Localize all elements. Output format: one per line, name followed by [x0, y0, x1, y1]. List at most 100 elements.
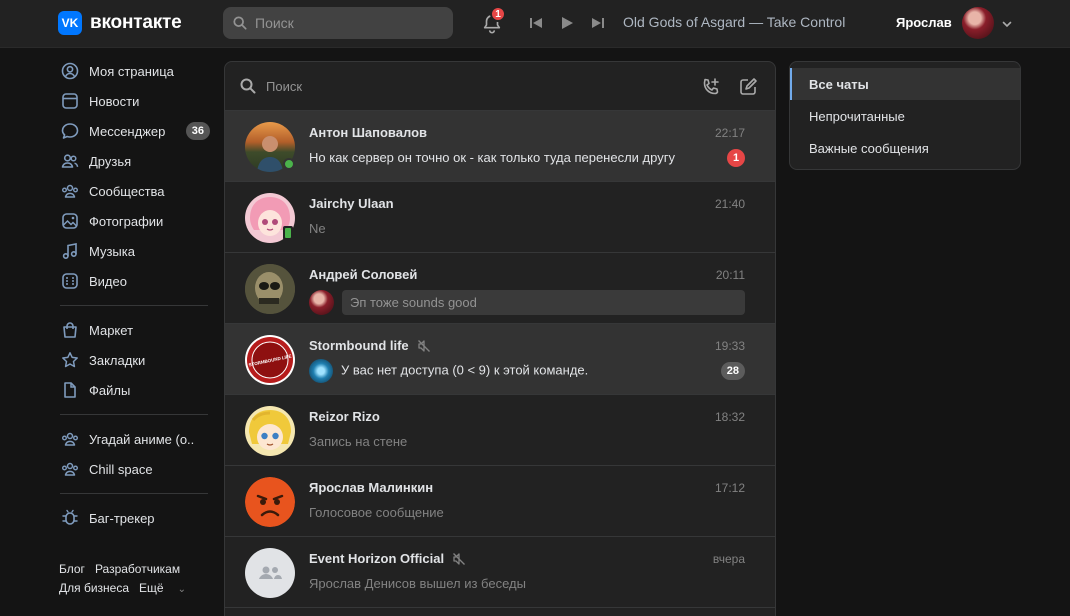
messenger-count-badge: 36 — [185, 122, 210, 140]
messages-panel: Антон Шаповалов 22:17 Но как сервер он т… — [224, 61, 776, 616]
nav-item-messenger[interactable]: Мессенджер 36 — [58, 116, 218, 146]
nav-item-files[interactable]: Файлы — [58, 375, 218, 405]
chat-preview-text: У вас нет доступа (0 < 9) к этой команде… — [341, 362, 589, 378]
notifications-badge: 1 — [490, 6, 506, 22]
nav-label: Сообщества — [89, 183, 165, 199]
filter-important[interactable]: Важные сообщения — [790, 132, 1020, 164]
nav-label: Закладки — [89, 352, 146, 368]
nav-item-photos[interactable]: Фотографии — [58, 206, 218, 236]
avatar — [245, 477, 295, 527]
chat-item-jairchy[interactable]: Jairchy Ulaan 21:40 Ne — [225, 182, 775, 253]
unread-badge: 28 — [720, 362, 745, 380]
filter-all-chats[interactable]: Все чаты — [790, 68, 1020, 100]
chat-name: Андрей Соловей — [309, 267, 418, 282]
video-icon — [62, 273, 78, 289]
music-icon — [62, 243, 77, 260]
nav-label: Мессенджер — [89, 123, 166, 139]
footer-links: Блог Разработчикам Для бизнеса Ещё ⌄ — [59, 560, 229, 599]
chat-preview: У вас нет доступа (0 < 9) к этой команде… — [309, 359, 588, 383]
current-track[interactable]: Old Gods of Asgard — Take Control — [623, 14, 845, 30]
nav-label: Видео — [89, 273, 127, 289]
chat-item-yaroslav-malinkin[interactable]: Ярослав Малинкин 17:12 Голосовое сообщен… — [225, 466, 775, 537]
next-track-icon[interactable] — [590, 15, 606, 31]
play-icon[interactable] — [559, 15, 575, 31]
sender-avatar — [309, 290, 334, 315]
vk-logo-icon: VK — [58, 11, 82, 35]
nav-item-anime-community[interactable]: Угадай аниме (о.. — [58, 424, 218, 454]
footer-link-more[interactable]: Ещё ⌄ — [139, 581, 196, 595]
chat-name: Jairchy Ulaan — [309, 196, 394, 211]
chat-time: 18:32 — [714, 410, 745, 424]
chat-name: Антон Шаповалов — [309, 125, 427, 140]
chat-time: 17:12 — [714, 481, 745, 495]
nav-item-chill-space[interactable]: Chill space — [58, 454, 218, 484]
chat-name-text: Stormbound life — [309, 338, 409, 353]
compose-icon[interactable] — [737, 76, 759, 98]
search-icon — [233, 16, 247, 30]
avatar — [245, 548, 295, 598]
chat-item-event-horizon[interactable]: Event Horizon Official вчера Ярослав Ден… — [225, 537, 775, 608]
friends-icon — [61, 154, 79, 168]
nav-item-bookmarks[interactable]: Закладки — [58, 345, 218, 375]
chat-preview: Запись на стене — [309, 434, 408, 449]
chat-time: 21:40 — [714, 197, 745, 211]
nav-label: Друзья — [89, 153, 132, 169]
nav-label: Chill space — [89, 461, 153, 477]
nav-item-friends[interactable]: Друзья — [58, 146, 218, 176]
messages-search-input[interactable] — [266, 78, 666, 94]
left-nav: Моя страница Новости Мессенджер 36 Друзь… — [58, 56, 218, 533]
nav-item-my-page[interactable]: Моя страница — [58, 56, 218, 86]
nav-item-communities[interactable]: Сообщества — [58, 176, 218, 206]
add-call-icon[interactable] — [700, 76, 722, 98]
nav-item-bug-tracker[interactable]: Баг-трекер — [58, 503, 218, 533]
mobile-online-icon — [283, 226, 293, 240]
footer-link-business[interactable]: Для бизнеса — [59, 581, 129, 595]
nav-item-video[interactable]: Видео — [58, 266, 218, 296]
message-icon — [61, 123, 79, 139]
market-icon — [63, 322, 77, 338]
messages-search-bar — [225, 62, 775, 111]
footer-link-blog[interactable]: Блог — [59, 562, 85, 576]
chevron-down-icon[interactable] — [1001, 18, 1013, 30]
chat-item-reizor[interactable]: Reizor Rizo 18:32 Запись на стене — [225, 395, 775, 466]
chat-name: Reizor Rizo — [309, 409, 380, 424]
global-search-input[interactable] — [255, 15, 445, 31]
online-indicator — [283, 158, 295, 170]
nav-item-news[interactable]: Новости — [58, 86, 218, 116]
groups-icon — [62, 184, 78, 198]
chat-filter-menu: Все чаты Непрочитанные Важные сообщения — [789, 61, 1021, 170]
nav-item-market[interactable]: Маркет — [58, 315, 218, 345]
muted-icon — [417, 339, 430, 352]
chat-item-andrey[interactable]: Андрей Соловей 20:11 Эп тоже sounds good — [225, 253, 775, 324]
filter-unread[interactable]: Непрочитанные — [790, 100, 1020, 132]
bug-icon — [62, 509, 78, 525]
chat-preview: Голосовое сообщение — [309, 505, 444, 520]
photo-icon — [62, 213, 78, 229]
nav-divider — [60, 414, 208, 415]
user-avatar[interactable] — [962, 7, 994, 39]
nav-label: Баг-трекер — [89, 510, 155, 526]
more-label: Ещё — [139, 581, 164, 595]
chat-item-anton[interactable]: Антон Шаповалов 22:17 Но как сервер он т… — [225, 111, 775, 182]
star-icon — [62, 352, 78, 368]
chat-time: 20:11 — [715, 268, 745, 282]
chat-name: Ярослав Малинкин — [309, 480, 434, 495]
groups-icon — [62, 462, 78, 476]
vk-logo[interactable]: VK вконтакте — [58, 10, 182, 36]
previous-track-icon[interactable] — [528, 15, 544, 31]
footer-link-developers[interactable]: Разработчикам — [95, 562, 180, 576]
nav-label: Маркет — [89, 322, 134, 338]
chat-item-stormbound[interactable]: STORMBOUND LIFE Stormbound life 19:33 У … — [225, 324, 775, 395]
chat-name-text: Event Horizon Official — [309, 551, 445, 566]
nav-label: Файлы — [89, 382, 131, 398]
global-search[interactable] — [223, 7, 453, 39]
unread-badge: 1 — [727, 149, 745, 167]
top-header: VK вконтакте 1 Old Gods of Asgard — Take… — [0, 0, 1070, 48]
user-name[interactable]: Ярослав — [896, 15, 952, 30]
muted-icon — [453, 552, 466, 565]
nav-label: Музыка — [89, 243, 135, 259]
nav-item-music[interactable]: Музыка — [58, 236, 218, 266]
logo-text: вконтакте — [90, 12, 182, 33]
search-icon — [240, 78, 256, 94]
groups-icon — [62, 432, 78, 446]
